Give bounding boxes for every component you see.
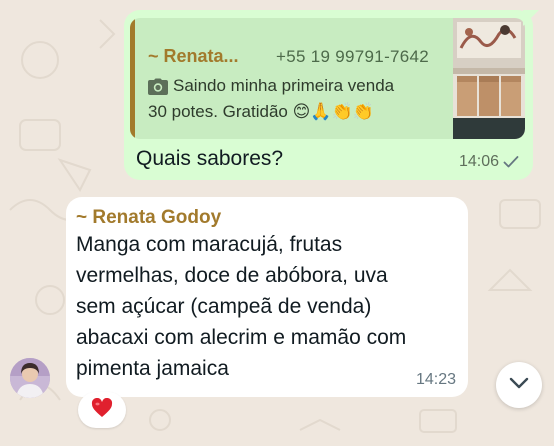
outgoing-message-bubble[interactable]: ~ Renata... +55 19 99791-7642 Saindo min… [124, 10, 533, 180]
incoming-text-line-4: abacaxi com alecrim e mamão com [76, 326, 407, 349]
chevron-down-icon [509, 376, 529, 394]
camera-icon [148, 78, 168, 95]
reaction-badge[interactable] [78, 392, 126, 428]
incoming-message-time: 14:23 [415, 371, 456, 388]
incoming-text-line-3: sem açúcar (campeã de venda) [76, 295, 372, 318]
quoted-message[interactable]: ~ Renata... +55 19 99791-7642 Saindo min… [130, 18, 525, 139]
incoming-message-bubble[interactable]: ~ Renata Godoy Manga com maracujá, fruta… [66, 197, 468, 397]
quoted-emojis: 😊🙏👏👏 [292, 102, 374, 122]
quoted-text-1: Saindo minha primeira venda [173, 76, 395, 95]
quoted-text-line-2: 30 potes. Gratidão 😊🙏👏👏 [148, 102, 374, 122]
quote-accent-bar [130, 18, 135, 139]
heart-icon [91, 397, 113, 423]
incoming-text-line-5: pimenta jamaica [76, 357, 229, 380]
outgoing-message-meta: 14:06 [459, 153, 519, 171]
quoted-text-2: 30 potes. Gratidão [148, 102, 288, 121]
quoted-sender-phone: +55 19 99791-7642 [276, 47, 430, 66]
outgoing-message-time: 14:06 [458, 153, 499, 170]
quoted-photo-thumbnail [453, 18, 525, 139]
sender-avatar[interactable] [10, 358, 50, 398]
incoming-sender-name[interactable]: ~ Renata Godoy [76, 207, 221, 229]
outgoing-message-text: Quais sabores? [136, 147, 284, 170]
incoming-text-line-2: vermelhas, doce de abóbora, uva [76, 264, 388, 287]
quoted-sender-name: ~ Renata... [148, 46, 239, 66]
incoming-text-line-1: Manga com maracujá, frutas [76, 233, 343, 256]
quoted-text-line-1: Saindo minha primeira venda [148, 76, 394, 96]
scroll-to-bottom-button[interactable] [496, 362, 542, 408]
check-icon [503, 155, 519, 169]
